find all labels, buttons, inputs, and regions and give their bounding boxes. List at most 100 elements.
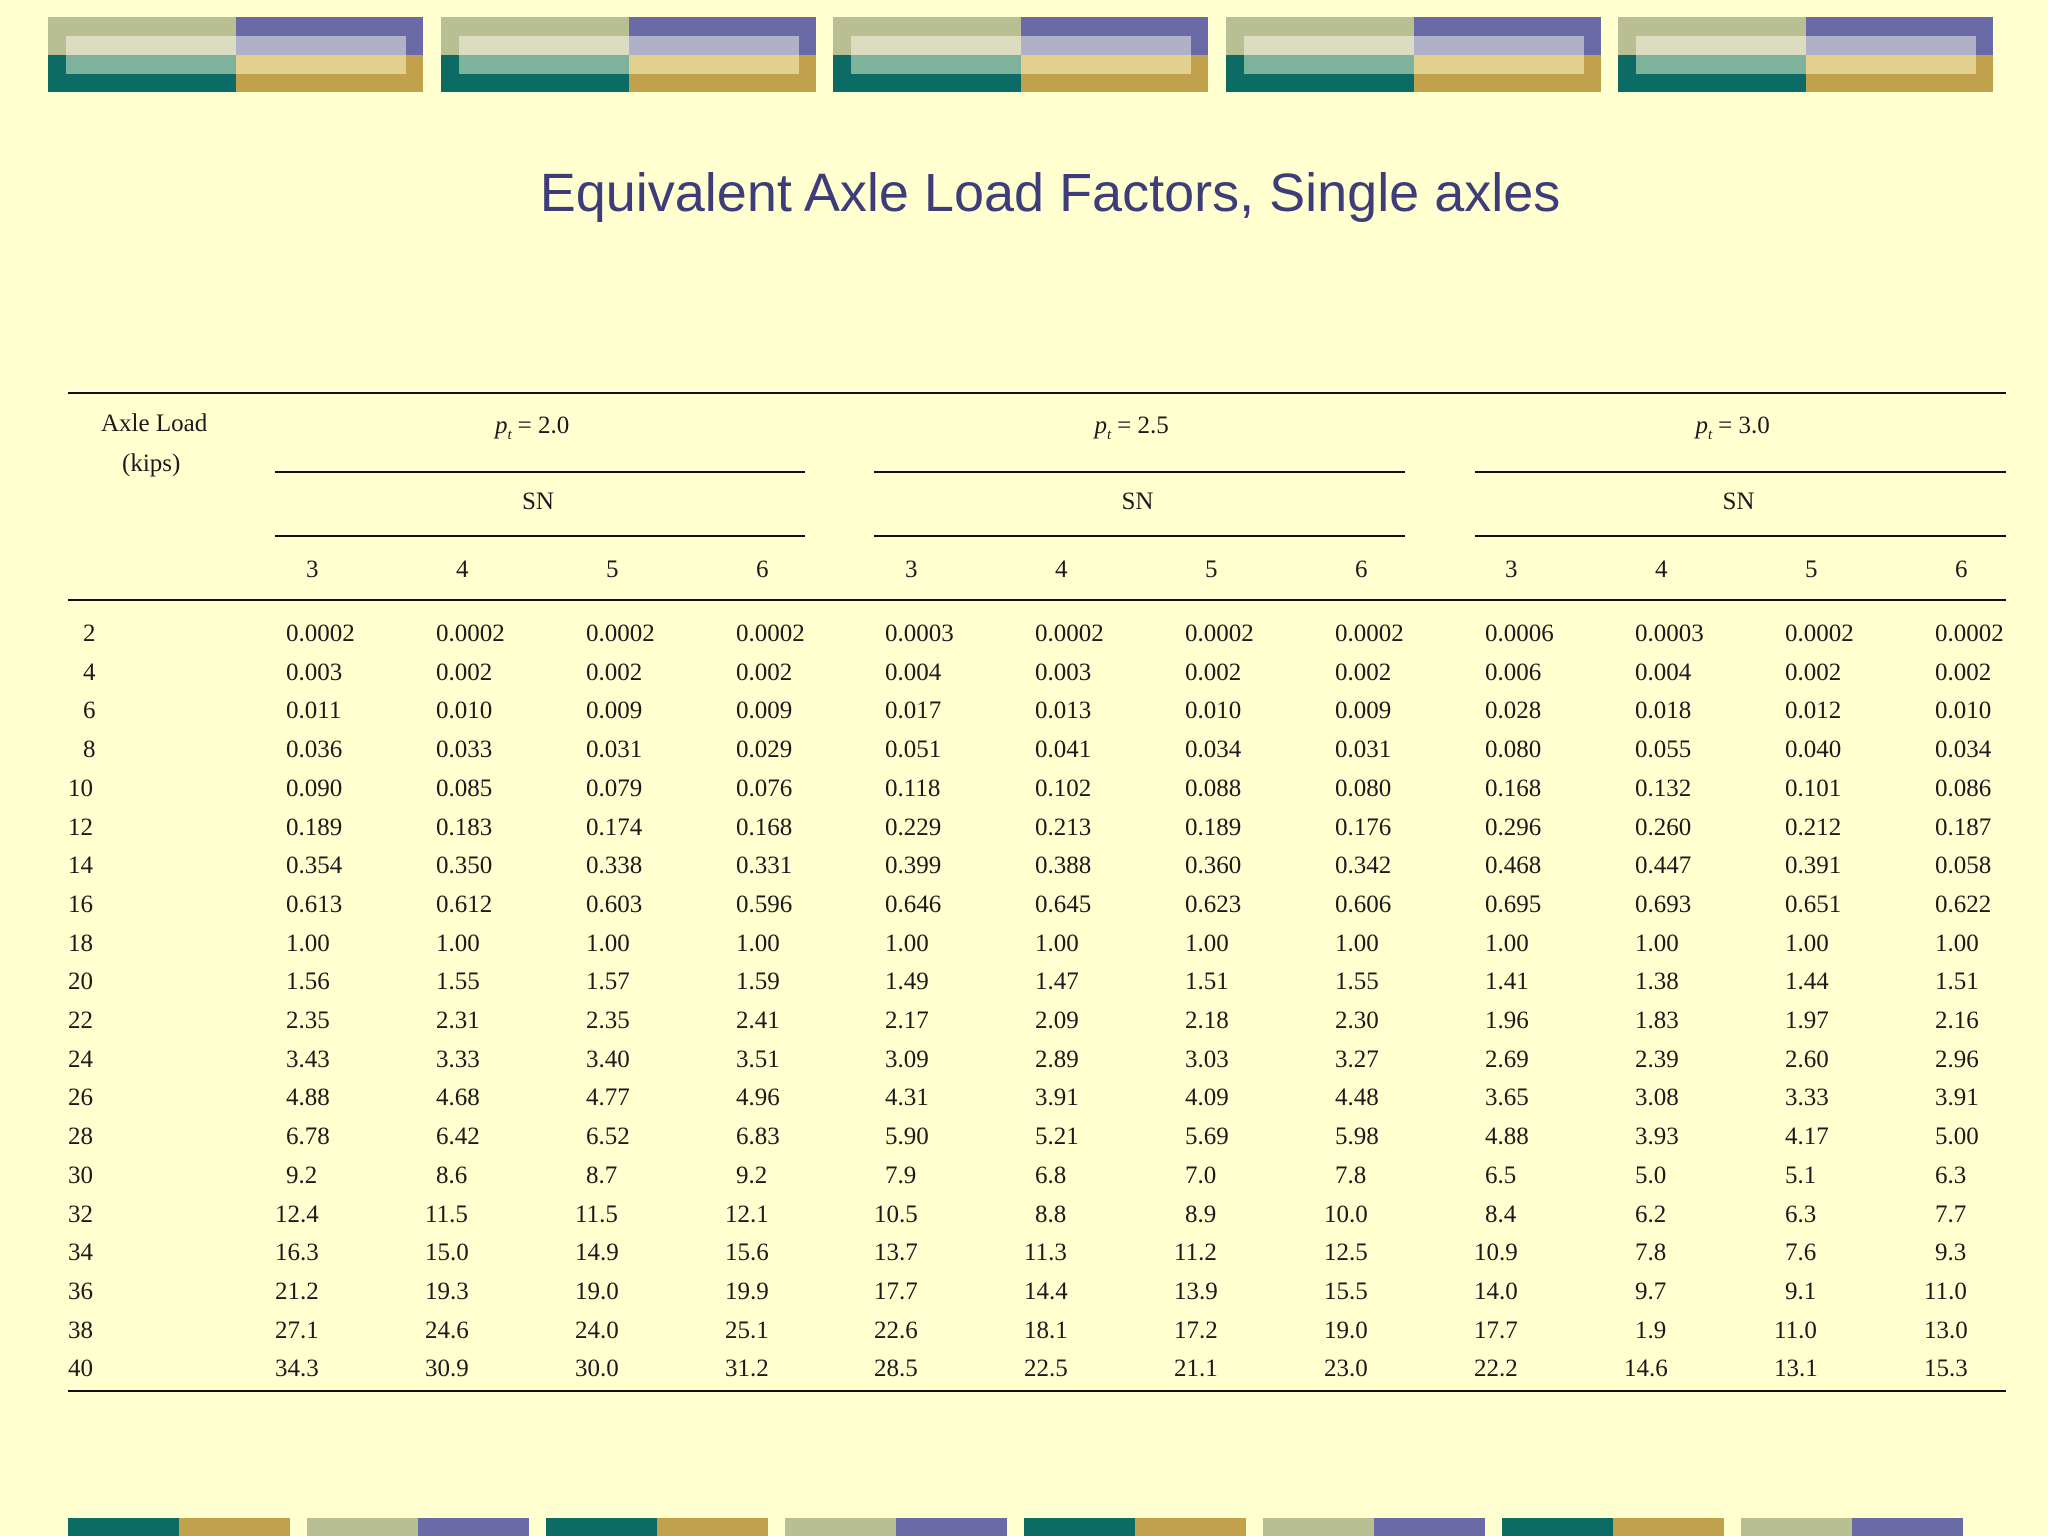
axle-load-cell: 6 [83, 697, 96, 725]
factor-cell: 4.88 [1485, 1123, 1529, 1151]
factor-cell: 0.012 [1785, 697, 1842, 725]
factor-cell: 0.009 [586, 697, 643, 725]
factor-cell: 0.029 [736, 736, 793, 764]
factor-cell: 7.8 [1635, 1239, 1667, 1267]
factor-cell: 5.98 [1335, 1123, 1379, 1151]
factor-cell: 1.47 [1035, 968, 1079, 996]
footer-tile [1741, 1518, 1963, 1536]
factor-cell: 2.41 [736, 1007, 780, 1034]
factor-cell: 1.38 [1635, 968, 1679, 996]
factor-cell: 6.8 [1035, 1161, 1067, 1189]
factor-cell: 15.6 [725, 1239, 769, 1267]
factor-cell: 0.0002 [1035, 620, 1104, 647]
factor-cell: 0.033 [436, 736, 493, 764]
factor-cell: 0.0002 [586, 620, 655, 647]
factor-cell: 0.0002 [1935, 620, 2004, 647]
factor-cell: 2.39 [1635, 1045, 1679, 1073]
factor-cell: 1.00 [1185, 929, 1229, 957]
factor-cell: 1.57 [586, 968, 630, 996]
factor-cell: 34.3 [275, 1355, 319, 1383]
factor-cell: 0.086 [1935, 774, 1992, 802]
factor-cell: 0.693 [1635, 890, 1692, 918]
axle-load-cell: 40 [68, 1355, 93, 1383]
factor-cell: 0.051 [885, 736, 942, 764]
factor-cell: 3.27 [1335, 1045, 1379, 1073]
factor-cell: 5.21 [1035, 1123, 1079, 1151]
group-sn-label: SN [522, 488, 554, 515]
factor-cell: 2.35 [586, 1007, 630, 1034]
factor-cell: 6.3 [1935, 1161, 1967, 1189]
factor-cell: 19.9 [725, 1277, 769, 1305]
factor-cell: 0.183 [436, 813, 493, 841]
axle-load-cell: 30 [68, 1161, 93, 1189]
factor-cell: 8.7 [586, 1161, 618, 1189]
factor-cell: 4.17 [1785, 1123, 1829, 1151]
factor-cell: 0.168 [736, 813, 793, 841]
sn-column-head: 5 [1205, 556, 1218, 583]
factor-cell: 0.360 [1185, 852, 1242, 880]
factor-cell: 6.52 [586, 1123, 630, 1151]
sn-column-head: 3 [1505, 556, 1518, 583]
factor-cell: 8.8 [1035, 1200, 1067, 1228]
axle-load-cell: 32 [68, 1200, 93, 1228]
factor-cell: 0.606 [1335, 890, 1392, 918]
factor-cell: 1.00 [1785, 929, 1829, 957]
factor-cell: 0.006 [1485, 658, 1542, 686]
factor-cell: 0.388 [1035, 852, 1092, 880]
factor-cell: 0.596 [736, 890, 793, 918]
factor-cell: 1.56 [286, 968, 330, 996]
factor-cell: 1.51 [1185, 968, 1229, 996]
factor-cell: 5.00 [1935, 1123, 1979, 1151]
header-tile [1618, 17, 1993, 92]
footer-tile [1024, 1518, 1246, 1536]
factor-cell: 1.51 [1935, 968, 1979, 996]
sn-column-head: 6 [1355, 556, 1368, 583]
group-rule-sn [874, 535, 1405, 537]
factor-cell: 2.89 [1035, 1045, 1079, 1073]
factor-cell: 0.391 [1785, 852, 1842, 880]
factor-cell: 0.331 [736, 852, 793, 880]
header-tile [48, 17, 423, 92]
factor-cell: 0.212 [1785, 813, 1842, 841]
sn-column-head: 5 [1805, 556, 1818, 583]
factor-cell: 2.18 [1185, 1007, 1229, 1034]
factor-cell: 0.017 [885, 697, 942, 725]
factor-cell: 0.036 [286, 736, 343, 764]
factor-cell: 0.034 [1185, 736, 1242, 764]
factor-cell: 1.97 [1785, 1007, 1829, 1034]
group-sn-label: SN [1121, 488, 1154, 515]
factor-cell: 15.0 [425, 1239, 469, 1267]
slide-title: Equivalent Axle Load Factors, Single axl… [539, 163, 1561, 223]
factor-cell: 9.7 [1635, 1277, 1667, 1305]
footer-tile [1263, 1518, 1485, 1536]
group-pt-heading: pt = 2.0 [495, 412, 570, 443]
factor-cell: 0.0002 [736, 620, 805, 647]
factor-cell: 0.002 [1185, 658, 1242, 686]
factor-cell: 0.028 [1485, 697, 1542, 725]
sn-column-head: 4 [1655, 556, 1668, 583]
factor-cell: 23.0 [1324, 1355, 1368, 1383]
row-header-line1: Axle Load [101, 410, 208, 437]
factor-cell: 1.00 [885, 929, 929, 957]
group-rule-sn [275, 535, 805, 537]
footer-tile [546, 1518, 768, 1536]
factor-cell: 1.49 [885, 968, 929, 996]
factor-cell: 3.51 [736, 1045, 780, 1073]
factor-cell: 0.010 [1935, 697, 1992, 725]
factor-cell: 4.96 [736, 1084, 780, 1112]
factor-cell: 5.90 [885, 1123, 929, 1151]
factor-cell: 14.4 [1024, 1277, 1068, 1305]
factor-cell: 2.16 [1935, 1007, 1979, 1034]
factor-cell: 9.2 [286, 1161, 318, 1189]
factor-cell: 3.93 [1635, 1123, 1679, 1151]
factor-cell: 0.009 [736, 697, 793, 725]
factor-cell: 0.009 [1335, 697, 1392, 725]
factor-cell: 5.69 [1185, 1123, 1229, 1151]
factor-cell: 18.1 [1024, 1316, 1068, 1344]
factor-cell: 0.176 [1335, 813, 1392, 841]
factor-cell: 0.011 [286, 697, 342, 725]
header-tile [441, 17, 816, 92]
factor-cell: 11.0 [1924, 1277, 1967, 1305]
factor-cell: 0.645 [1035, 890, 1092, 918]
factor-cell: 0.090 [286, 774, 343, 802]
